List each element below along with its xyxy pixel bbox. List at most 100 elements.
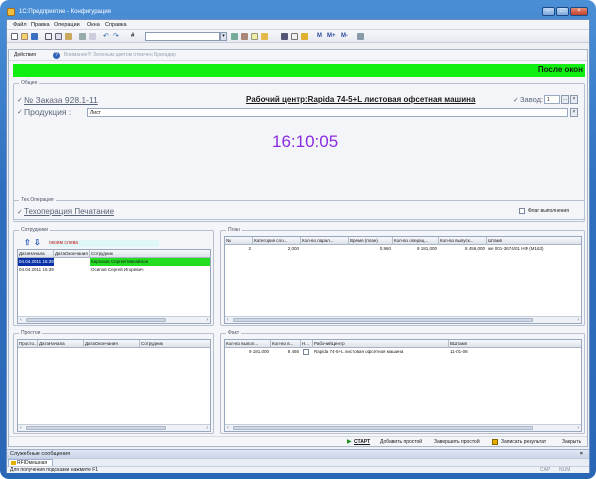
close-button[interactable]: × [570, 7, 588, 16]
tool-icon[interactable] [281, 33, 288, 40]
scroll-right-icon[interactable]: › [206, 317, 208, 323]
staff-table[interactable]: ДатаНачала ДатаОкончания Сотрудник 04.04… [17, 249, 211, 324]
table-cell: 04.04.2011 15:39:45 [18, 258, 54, 266]
table-row[interactable]: 2 2,000 0,960 9 181,000 8 456,000 же 001… [225, 245, 581, 253]
tool-icon[interactable] [301, 33, 308, 40]
plant-clear-button[interactable]: × [570, 95, 578, 104]
minimize-button[interactable]: – [542, 7, 555, 16]
column-header[interactable]: Сотрудник [90, 250, 210, 258]
plan-table[interactable]: № Категория сло... Кол-во парал... Время… [224, 236, 582, 324]
undo-icon[interactable]: ↶ [103, 33, 110, 40]
save-result-button[interactable]: Записать результат [501, 439, 546, 445]
scroll-thumb[interactable] [233, 318, 533, 322]
fact-row-checkbox[interactable] [303, 349, 309, 355]
form-actions-bar: Действия ? Внимание!!! Зеленым цветом от… [9, 50, 587, 61]
tool-icon[interactable] [231, 33, 238, 40]
m-minus-icon[interactable]: M- [341, 33, 353, 40]
product-clear-button[interactable]: × [570, 108, 578, 117]
column-header[interactable]: ДатаОкончания [84, 340, 140, 348]
scroll-thumb[interactable] [26, 318, 166, 322]
tech-operation-link[interactable]: Техоперация Печатание [24, 207, 114, 216]
scroll-right-icon[interactable]: › [206, 425, 208, 431]
order-number-link[interactable]: № Заказа 928.1-11 [24, 95, 98, 105]
arrow-up-icon[interactable]: ⇧ [24, 238, 31, 247]
column-header[interactable]: Просто... [18, 340, 38, 348]
column-header[interactable]: Кол-во в... [271, 340, 301, 348]
paste-icon[interactable] [65, 33, 72, 40]
horizontal-scrollbar[interactable]: ‹ › [18, 424, 210, 431]
settings-icon[interactable] [357, 33, 364, 40]
scroll-left-icon[interactable]: ‹ [20, 317, 22, 323]
column-header[interactable]: Категория сло... [253, 237, 301, 245]
chevron-down-icon[interactable]: ▾ [220, 32, 227, 41]
menu-windows[interactable]: Окна [87, 22, 100, 28]
column-header[interactable]: Кол-во выпол... [225, 340, 271, 348]
horizontal-scrollbar[interactable]: ‹ › [18, 316, 210, 323]
check-icon: ✓ [17, 97, 23, 104]
horizontal-scrollbar[interactable]: ‹ › [225, 424, 581, 431]
tool-icon[interactable] [261, 33, 268, 40]
column-header[interactable]: РабочийЦентр [313, 340, 449, 348]
search-combo[interactable] [145, 32, 220, 41]
downtime-table[interactable]: Просто... ДатаНачала ДатаОкончания Сотру… [17, 339, 211, 432]
open-icon[interactable] [21, 33, 28, 40]
column-header[interactable]: ДатаОкончания [54, 250, 90, 258]
menu-edit[interactable]: Правка [31, 22, 50, 28]
column-header[interactable]: Н... [301, 340, 313, 348]
product-field[interactable]: Лист [87, 108, 568, 117]
new-icon[interactable] [11, 33, 18, 40]
table-cell: 2,000 [287, 246, 299, 251]
horizontal-scrollbar[interactable]: ‹ › [225, 316, 581, 323]
end-downtime-button[interactable]: Завершить простой [434, 439, 480, 445]
column-header[interactable]: Штамп [487, 237, 581, 245]
table-row[interactable]: 04.04.2011 15:39:45 Осипов Сергей Игорев… [18, 266, 210, 274]
column-header[interactable]: Время (план) [349, 237, 393, 245]
start-button[interactable]: СТАРТ [354, 439, 370, 445]
m-plus-icon[interactable]: M+ [327, 33, 339, 40]
column-header[interactable]: ДатаНачала [38, 340, 84, 348]
actions-menu[interactable]: Действия [14, 50, 36, 61]
column-header[interactable]: ДатаНачала [18, 250, 54, 258]
arrow-down-icon[interactable]: ⇩ [34, 238, 41, 247]
column-header[interactable]: ВШтамп [449, 340, 581, 348]
m-icon[interactable]: M [317, 33, 324, 40]
column-header[interactable]: № [225, 237, 253, 245]
column-header[interactable]: Кол-во операц... [393, 237, 439, 245]
redo-icon[interactable]: ↷ [113, 33, 120, 40]
table-cell: 0,960 [379, 246, 391, 251]
table-row[interactable]: 9 181,000 8 456 Rapida 74-5+L листовая о… [225, 348, 581, 356]
preview-icon[interactable] [89, 33, 96, 40]
plant-field[interactable]: 1 [544, 95, 560, 104]
table-cell: Rapida 74-5+L листовая офсетная машина [314, 349, 404, 354]
plant-select-button[interactable]: … [561, 95, 569, 104]
find-icon[interactable]: # [131, 33, 138, 40]
menu-help[interactable]: Справка [105, 22, 127, 28]
scroll-thumb[interactable] [26, 426, 166, 430]
print-icon[interactable] [79, 33, 86, 40]
fact-table[interactable]: Кол-во выпол... Кол-во в... Н... Рабочий… [224, 339, 582, 432]
done-flag-checkbox[interactable] [519, 208, 525, 214]
maximize-button[interactable]: □ [556, 7, 569, 16]
menu-file[interactable]: Файл [13, 22, 27, 28]
add-downtime-button[interactable]: Добавить простой [380, 439, 422, 445]
table-header: ДатаНачала ДатаОкончания Сотрудник [18, 250, 210, 258]
scroll-right-icon[interactable]: › [577, 425, 579, 431]
close-form-button[interactable]: Закрыть [562, 439, 581, 445]
save-icon[interactable] [31, 33, 38, 40]
scroll-left-icon[interactable]: ‹ [20, 425, 22, 431]
scroll-right-icon[interactable]: › [577, 317, 579, 323]
menu-operations[interactable]: Операции [54, 22, 80, 28]
column-header[interactable]: Кол-во выпуск... [439, 237, 487, 245]
scroll-thumb[interactable] [233, 426, 533, 430]
column-header[interactable]: Кол-во парал... [301, 237, 349, 245]
tool-icon[interactable] [241, 33, 248, 40]
tool-icon[interactable] [251, 33, 258, 40]
help-icon[interactable]: ? [53, 52, 60, 59]
column-header[interactable]: Сотрудник [140, 340, 210, 348]
cut-icon[interactable] [45, 33, 52, 40]
copy-icon[interactable] [55, 33, 62, 40]
scroll-left-icon[interactable]: ‹ [227, 317, 229, 323]
scroll-left-icon[interactable]: ‹ [227, 425, 229, 431]
table-row[interactable]: 04.04.2011 15:39:45 Киргизов Сергей Миха… [18, 258, 210, 266]
tool-icon[interactable] [291, 33, 298, 40]
